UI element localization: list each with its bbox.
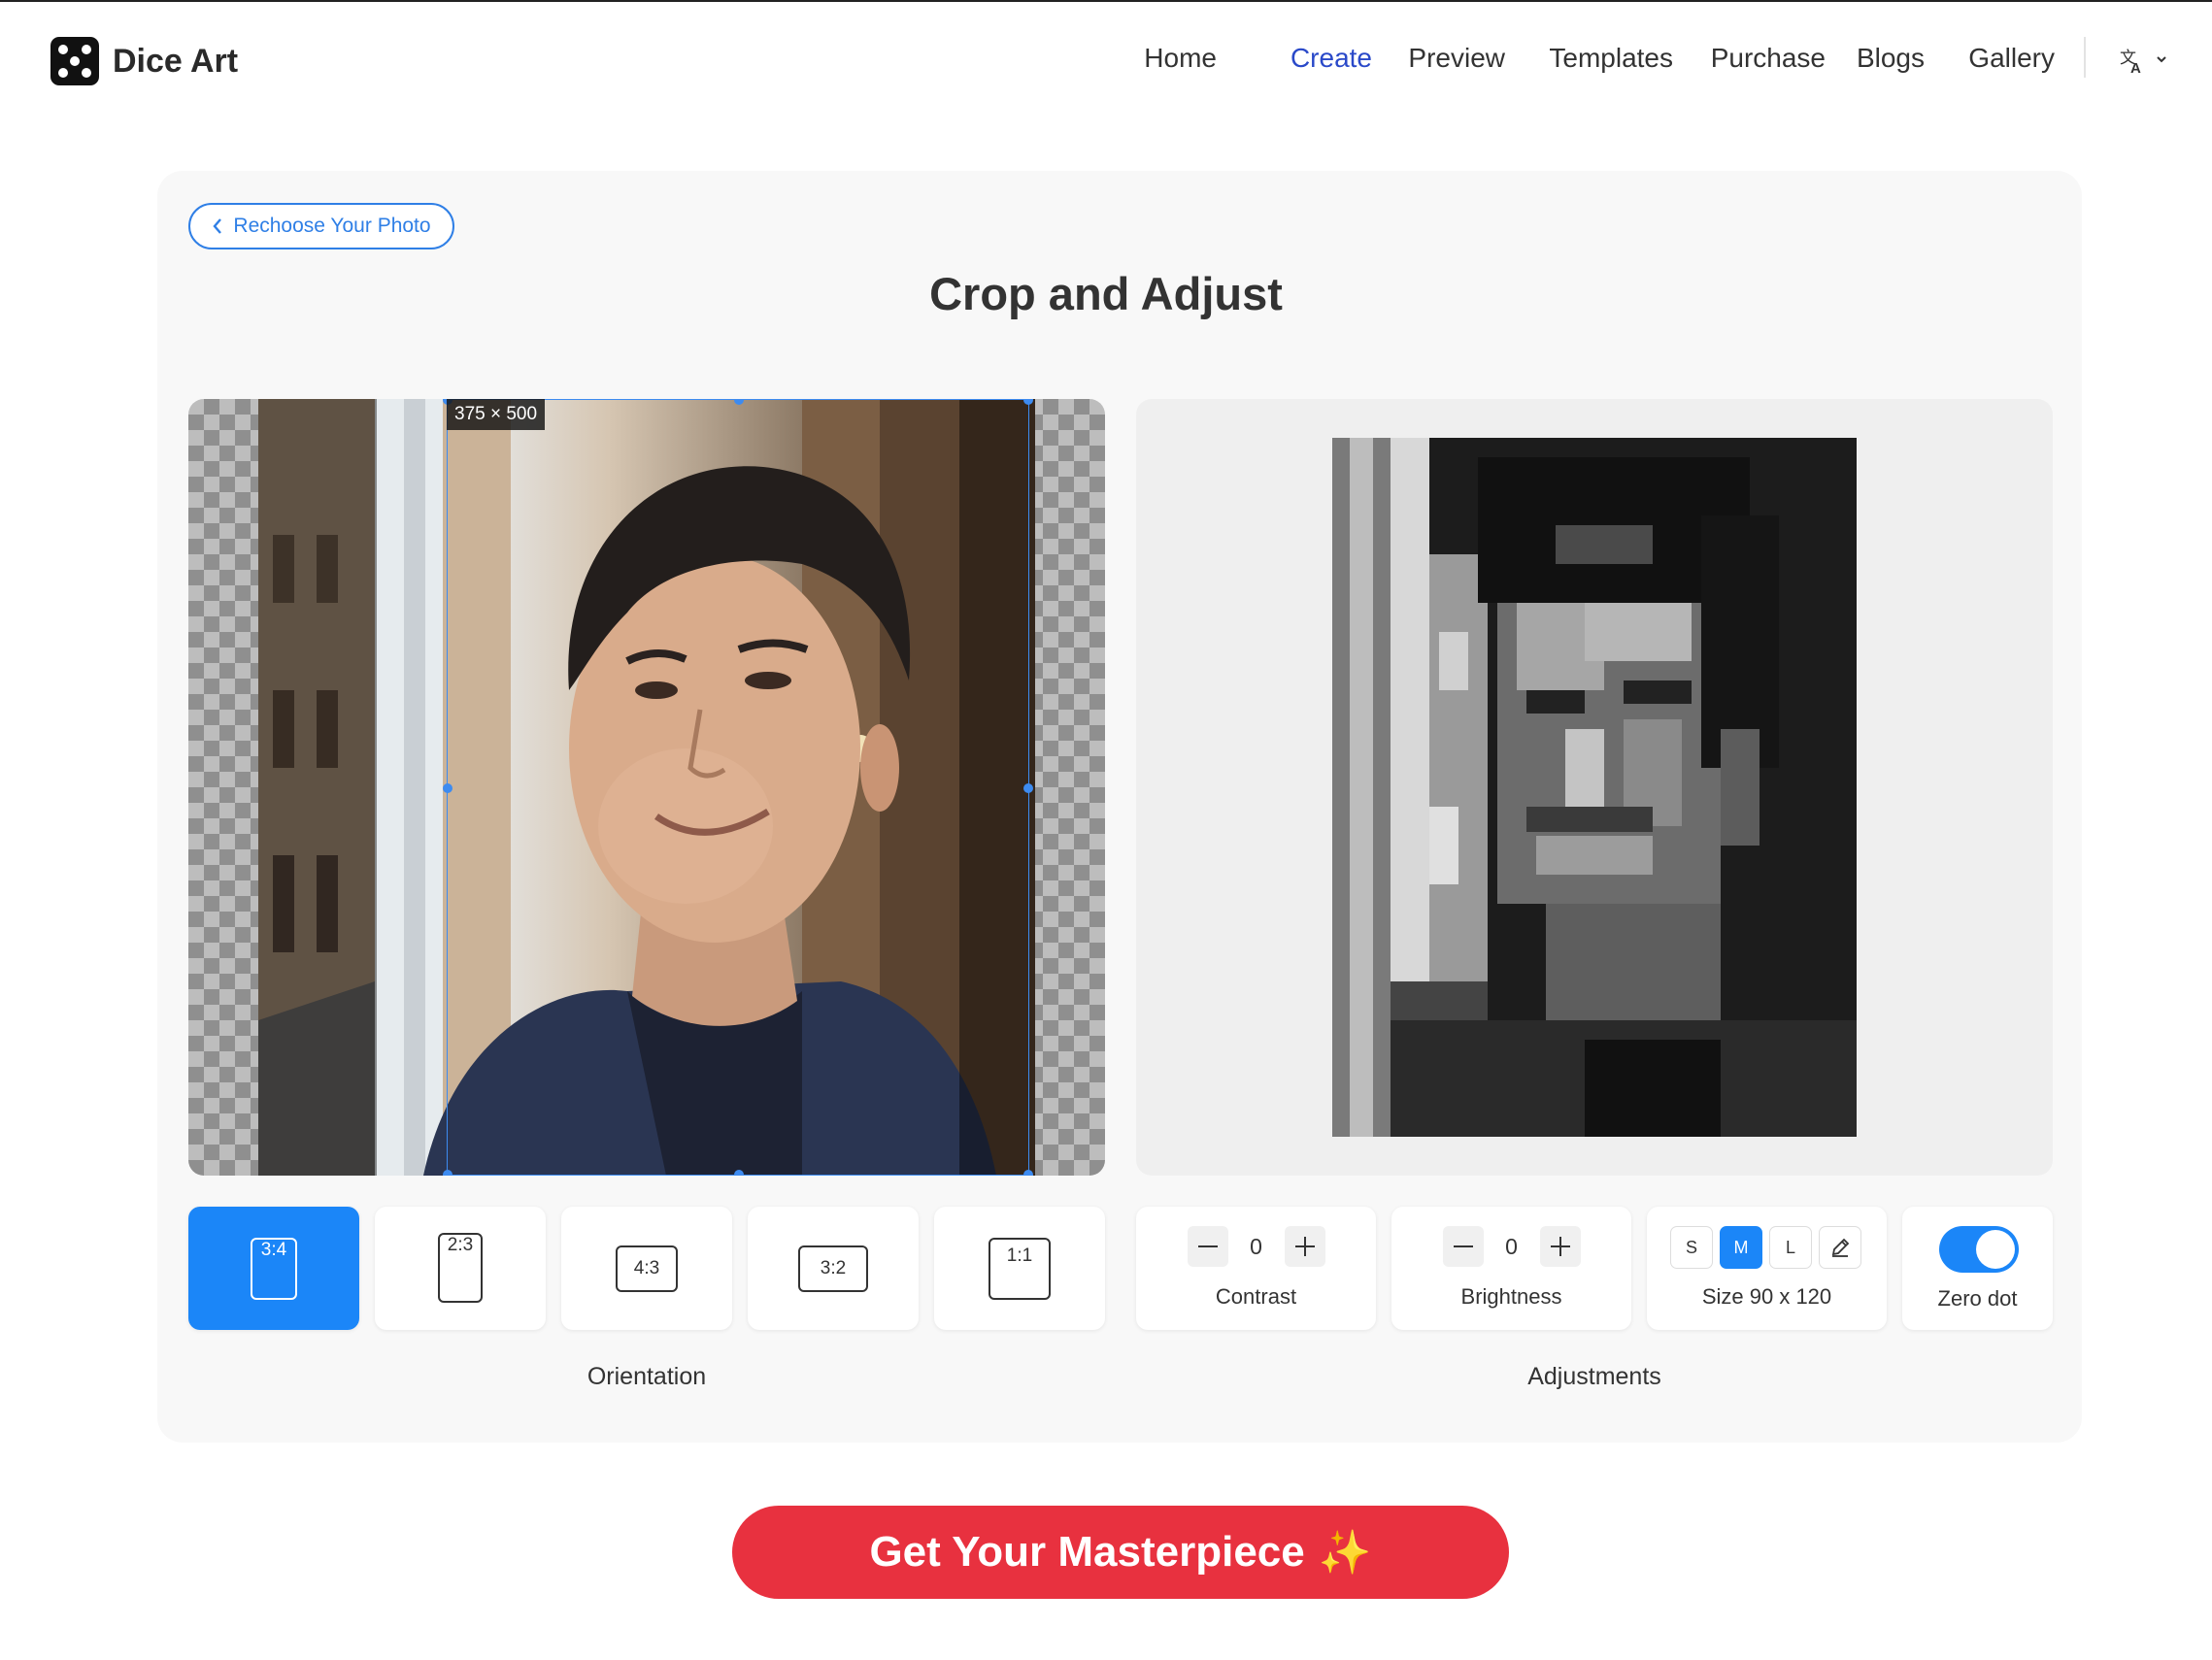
orientation-option-1-1[interactable]: 1:1 (934, 1207, 1105, 1330)
portrait-frame-icon: 3:4 (251, 1238, 297, 1300)
crop-handle-bottom-left[interactable] (443, 1170, 452, 1176)
wide-frame-icon: 3:2 (798, 1245, 868, 1292)
crop-handle-top[interactable] (734, 399, 744, 405)
size-large-button[interactable]: L (1769, 1226, 1812, 1269)
crop-handle-bottom-right[interactable] (1023, 1170, 1033, 1176)
tall-frame-icon: 2:3 (438, 1233, 483, 1303)
crop-selection-box[interactable] (443, 399, 1033, 1176)
crop-handle-right[interactable] (1023, 783, 1033, 793)
ratio-label: 3:2 (820, 1258, 847, 1278)
size-options: S M L (1670, 1226, 1868, 1269)
nav-blogs[interactable]: Blogs (1857, 43, 1925, 74)
ratio-label: 4:3 (633, 1258, 660, 1278)
sparkles-icon: ✨ (1318, 1529, 1372, 1577)
contrast-decrease-button[interactable] (1187, 1226, 1228, 1267)
orientation-option-2-3[interactable]: 2:3 (375, 1207, 546, 1330)
toggle-knob (1976, 1230, 2015, 1269)
crop-handle-left[interactable] (443, 783, 452, 793)
crop-dimensions-label: 375 × 500 (447, 399, 546, 430)
nav-preview[interactable]: Preview (1408, 43, 1505, 74)
contrast-increase-button[interactable] (1284, 1226, 1325, 1267)
size-medium-button[interactable]: M (1720, 1226, 1762, 1269)
nav-divider (2084, 37, 2086, 78)
brightness-label: Brightness (1460, 1284, 1562, 1309)
minus-icon (1197, 1245, 1218, 1247)
contrast-label: Contrast (1215, 1284, 1297, 1309)
size-label: Size 90 x 120 (1701, 1284, 1832, 1309)
dice-preview-image (1332, 438, 1857, 1137)
nav-home[interactable]: Home (1144, 43, 1217, 74)
custom-size-button[interactable] (1819, 1226, 1861, 1269)
ratio-label: 3:4 (260, 1240, 287, 1260)
brightness-increase-button[interactable] (1539, 1226, 1581, 1267)
svg-text:A: A (2130, 60, 2141, 76)
plus-icon (1550, 1237, 1570, 1256)
source-photo: 375 × 500 (258, 399, 1035, 1176)
zero-dot-label: Zero dot (1937, 1286, 2018, 1311)
landscape-frame-icon: 4:3 (616, 1245, 678, 1292)
brightness-stepper: 0 (1442, 1226, 1581, 1267)
rechoose-photo-label: Rechoose Your Photo (233, 215, 431, 237)
nav-gallery[interactable]: Gallery (1968, 43, 2055, 74)
contrast-value: 0 (1250, 1233, 1262, 1259)
nav-create[interactable]: Create (1290, 43, 1372, 74)
zero-dot-toggle[interactable] (1939, 1226, 2019, 1273)
rechoose-photo-button[interactable]: Rechoose Your Photo (188, 203, 454, 249)
pencil-icon (1831, 1238, 1850, 1257)
orientation-option-3-4[interactable]: 3:4 (188, 1207, 359, 1330)
language-selector[interactable]: 文 A (2119, 47, 2169, 81)
brand-name: Dice Art (113, 42, 239, 80)
brightness-decrease-button[interactable] (1442, 1226, 1484, 1267)
adjustments-label: Adjustments (1527, 1363, 1661, 1390)
logo[interactable]: Dice Art (50, 37, 238, 85)
pixelated-portrait (1332, 438, 1857, 1137)
dice-logo-icon (50, 37, 99, 85)
orientation-label: Orientation (587, 1363, 707, 1390)
translate-icon: 文 A (2120, 49, 2166, 77)
get-masterpiece-button[interactable]: Get Your Masterpiece ✨ (732, 1506, 1509, 1599)
nav-purchase[interactable]: Purchase (1711, 43, 1826, 74)
orientation-option-4-3[interactable]: 4:3 (561, 1207, 732, 1330)
chevron-left-icon (213, 218, 222, 234)
size-control: S M L Size 90 x 120 (1647, 1207, 1887, 1330)
contrast-stepper: 0 (1187, 1226, 1325, 1267)
header: Dice Art Home Create Preview Templates P… (0, 0, 2212, 124)
zero-dot-control: Zero dot (1902, 1207, 2053, 1330)
brightness-value: 0 (1505, 1233, 1518, 1259)
square-frame-icon: 1:1 (989, 1238, 1051, 1300)
ratio-label: 1:1 (1006, 1245, 1033, 1266)
ratio-label: 2:3 (447, 1235, 474, 1255)
crop-editor[interactable]: 375 × 500 (188, 399, 1105, 1176)
brightness-control: 0 Brightness (1391, 1207, 1631, 1330)
nav-templates[interactable]: Templates (1549, 43, 1673, 74)
dice-preview-panel (1136, 399, 2053, 1176)
crop-mask-left (258, 399, 377, 1176)
contrast-control: 0 Contrast (1136, 1207, 1376, 1330)
crop-handle-bottom[interactable] (734, 1170, 744, 1176)
get-masterpiece-label: Get Your Masterpiece (869, 1528, 1305, 1576)
page-title: Crop and Adjust (929, 268, 1283, 319)
minus-icon (1453, 1245, 1473, 1247)
size-small-button[interactable]: S (1670, 1226, 1713, 1269)
orientation-option-3-2[interactable]: 3:2 (748, 1207, 919, 1330)
plus-icon (1294, 1237, 1315, 1256)
